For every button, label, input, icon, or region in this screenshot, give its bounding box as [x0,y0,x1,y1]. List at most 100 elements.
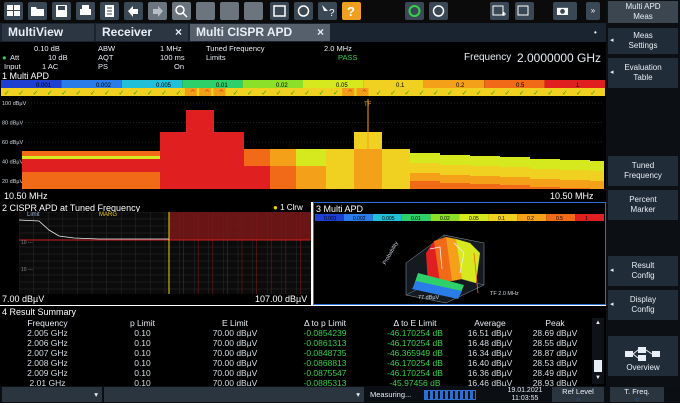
add-window-icon[interactable] [490,2,509,20]
zoom-area-icon[interactable] [220,2,239,20]
arrow-icon: ◂ [610,69,614,76]
status-field-left[interactable]: ▾ [2,387,102,402]
limit-check-mark: ✓ [61,89,67,97]
tab-multiview[interactable]: MultiView [2,24,94,41]
close-icon[interactable]: × [317,24,324,41]
help-icon[interactable]: ? [342,2,361,20]
limit-check-mark: ✓ [319,89,325,97]
y-axis-label: 20 dBµV [2,179,24,185]
sync-icon[interactable] [429,2,448,20]
tuned-frequency-button[interactable]: Tuned Frequency [608,156,678,186]
table-row[interactable]: 2.005 GHz 0.10 70.00 dBµV -0.0854239 -46.170… [0,328,590,338]
tab-menu-icon[interactable]: • [594,28,597,37]
tab-multi-cispr-apd[interactable]: Multi CISPR APD × [190,24,330,41]
limit-check-mark: ^ [190,89,196,97]
color-scale-label: 0.001 [324,216,337,222]
ref-level-indicator: ○ [576,397,580,403]
camera-icon[interactable] [553,2,577,20]
table-row[interactable]: 2.006 GHz 0.10 70.00 dBµV -0.0861313 -46.170… [0,338,590,348]
redo-icon[interactable] [148,2,167,20]
status-bar: ▾ ▾ Measuring... 19.01.2021 11:03:55 Ref… [0,386,680,403]
multi-apd-3d-plot[interactable]: 0.001 0.002 0.005 0.01 0.02 0.05 0.1 0.2 0.5 1 [314,213,605,304]
toolbar: ? ? » [0,0,680,23]
y-axis-label: 60 dBµV [2,140,24,146]
table-cell: 16.36 dBµV [467,368,513,378]
scroll-down-icon[interactable]: ▼ [595,375,601,381]
apd-column [244,166,270,189]
table-cell: 70.00 dBµV [212,358,258,368]
status-field-middle[interactable]: ▾ [104,387,364,402]
x-stop-label: 10.50 MHz [550,191,594,201]
color-scale-segment [484,80,545,88]
table-cell: 2.008 GHz [27,358,68,368]
table-row[interactable]: 2.009 GHz 0.10 70.00 dBµV -0.0875547 -46.170… [0,368,590,378]
table-scrollbar[interactable]: ▲ ▼ [592,318,604,384]
tuned-frequency-marker-label: TF [364,102,372,108]
zoom-off-icon[interactable] [244,2,263,20]
limit-check-mark: ✓ [490,89,496,97]
display-config-button[interactable]: ◂ Display Config [608,290,678,320]
help-pointer-icon[interactable]: ? [318,2,337,20]
frequency-value[interactable]: 2.0000000 GHz [517,51,601,65]
table-row[interactable]: 2.007 GHz 0.10 70.00 dBµV -0.0848735 -46.365… [0,348,590,358]
meas-settings-button[interactable]: ◂ Meas Settings [608,28,678,54]
ps-label: PS [98,62,109,71]
print-icon[interactable] [76,2,95,20]
overview-button[interactable]: Overview [608,336,678,376]
color-scale-label: 0.005 [382,216,395,222]
limit-check-mark: ✓ [562,89,568,97]
undo-icon[interactable] [124,2,143,20]
tab-bar: MultiView Receiver × Multi CISPR APD × • [0,23,606,42]
zoom-multi-icon[interactable] [196,2,215,20]
save-icon[interactable] [52,2,71,20]
scrollbar-thumb[interactable] [594,360,602,372]
result-summary-panel: 4 Result Summary Frequency p Limit E Lim… [0,306,606,388]
table-cell: 16.34 dBµV [467,348,513,358]
evaluation-table-button[interactable]: ◂ Evaluation Table [608,58,678,88]
table-cell: -46.170254 dB [387,358,443,368]
panel-spacer [0,202,19,305]
rotate-icon[interactable] [294,2,313,20]
table-cell: 28.55 dBµV [532,338,578,348]
softkey-label: Result Config [631,261,655,280]
full-screen-icon[interactable] [270,2,289,20]
softkey-label: Tuned Frequency [624,161,662,180]
multi-apd-spectrogram[interactable]: 0.001 0.002 0.005 0.01 0.02 0.05 0.1 0.2 0.5 1✓ ✓ ✓… [0,71,606,202]
table-row[interactable]: 2.008 GHz 0.10 70.00 dBµV -0.0868813 -46.170… [0,358,590,368]
limit-check-mark: ✓ [376,89,382,97]
limits-label: Limits [206,53,226,62]
panel-title: 4 Result Summary [2,307,77,317]
att-indicator: ● [2,53,7,62]
zoom-icon[interactable] [172,2,191,20]
cispr-apd-plot[interactable]: 10 --- 10 --- [19,212,311,294]
cispr-apd-panel[interactable]: 2 CISPR APD at Tuned Frequency ● 1 Clrw … [2,202,311,305]
table-cell: 28.87 dBµV [532,348,578,358]
document-icon[interactable] [100,2,119,20]
apd-column [500,185,530,189]
multi-apd-panel[interactable]: 1 Multi APD 0.001 0.002 0.005 0.01 0.02 0.05 0… [0,71,606,202]
close-icon[interactable]: × [175,24,182,41]
percent-marker-button[interactable]: Percent Marker [608,190,678,220]
multi-apd-3d-panel[interactable]: 3 Multi APD 0.001 0.002 0.005 0.01 0.02 0.05 0… [313,202,606,305]
window-config-icon[interactable] [515,2,534,20]
datetime: 19.01.2021 11:03:55 [502,387,548,402]
apd-column [186,110,214,189]
table-cell: -46.170254 dB [387,338,443,348]
tab-receiver[interactable]: Receiver × [96,24,188,41]
softkey-label: Evaluation Table [624,63,662,82]
limit-check-mark: ✓ [47,89,53,97]
column-header: Frequency [27,318,68,328]
y-axis-label: 40 dBµV [2,160,24,166]
y-max-label: 107.00 dBµV [255,294,308,304]
t-freq-button[interactable]: T. Freq. ○ [610,387,664,403]
more-icon[interactable]: » [586,2,600,20]
color-scale-segment [575,214,604,221]
result-config-button[interactable]: ◂ Result Config [608,256,678,286]
table-cell: 70.00 dBµV [212,348,258,358]
limit-check-mark: ✓ [147,89,153,97]
windows-icon[interactable] [4,2,23,20]
scroll-up-icon[interactable]: ▲ [595,320,601,326]
open-folder-icon[interactable] [28,2,47,20]
refresh-green-icon[interactable] [405,2,424,20]
ref-level-button[interactable]: Ref Level ○ [552,387,604,403]
